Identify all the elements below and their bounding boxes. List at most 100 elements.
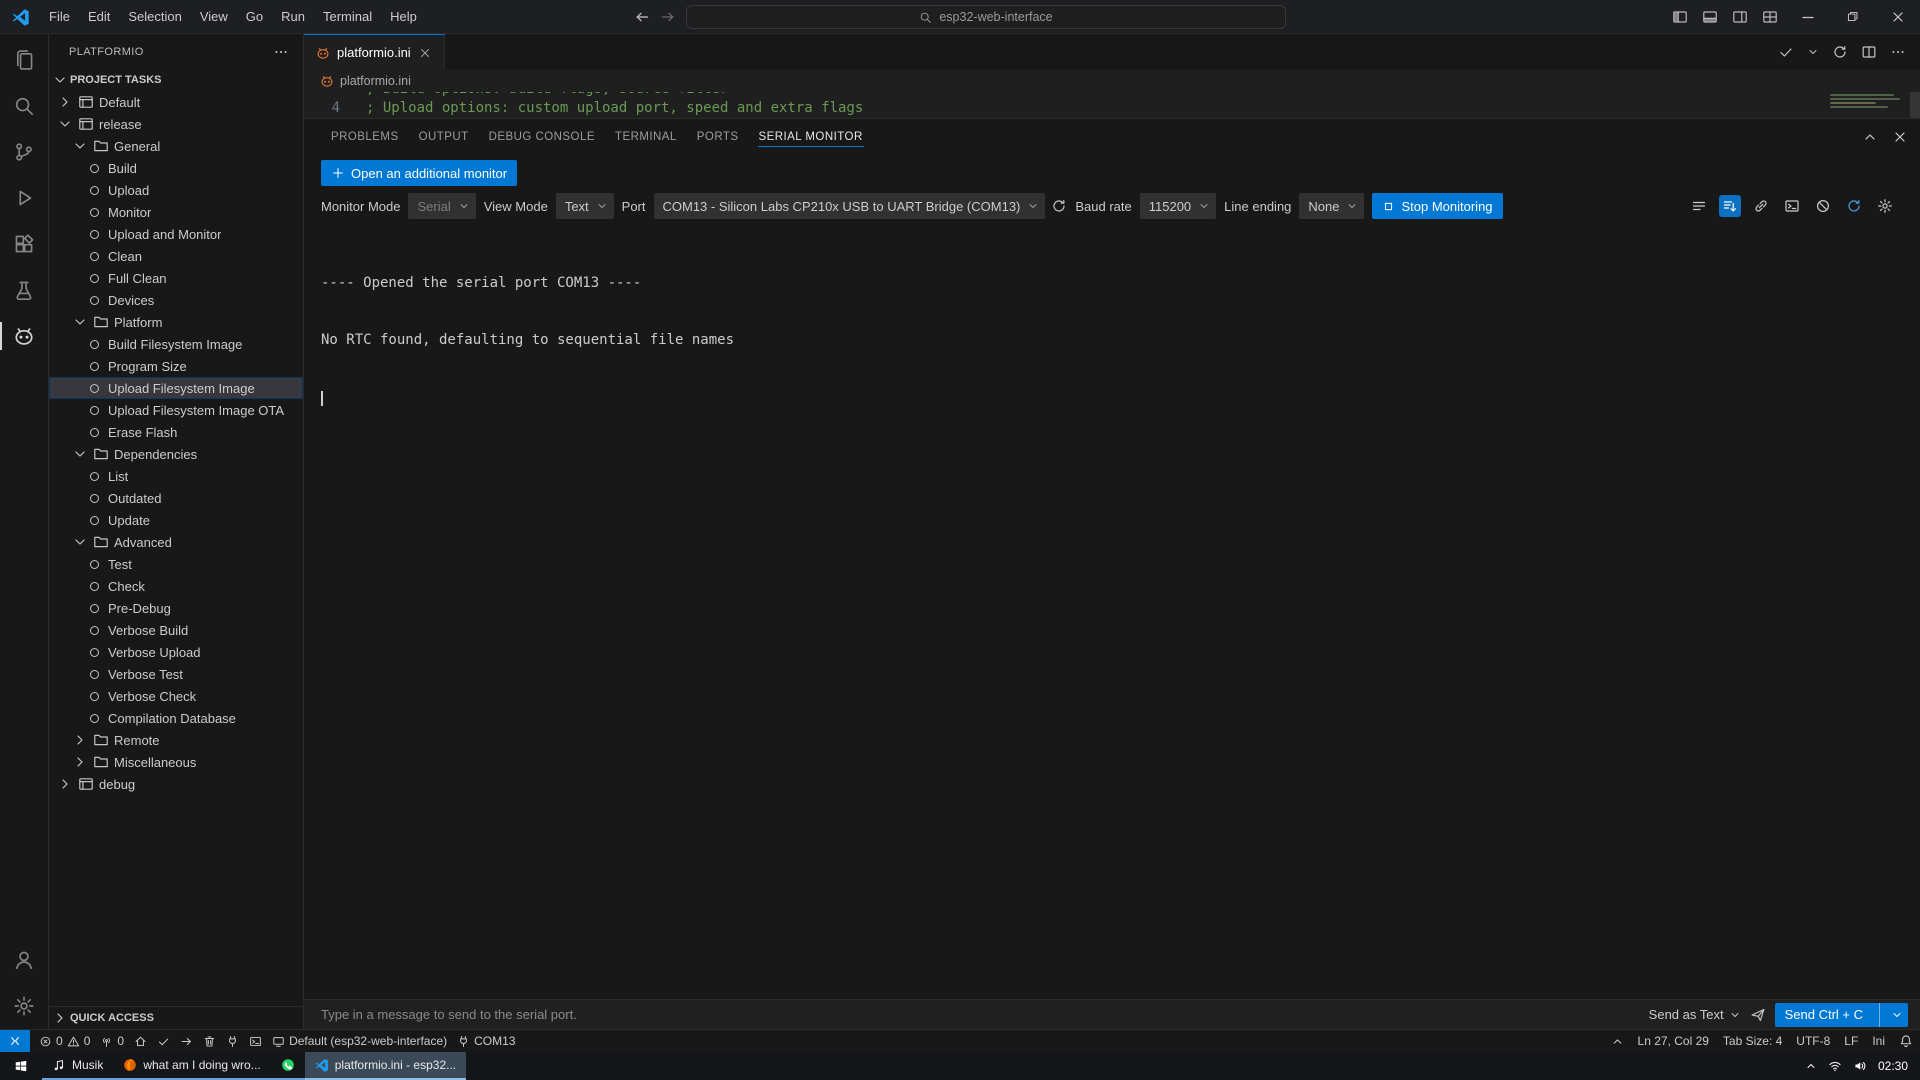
more-actions-icon[interactable] xyxy=(273,44,289,60)
sync-icon[interactable] xyxy=(1832,44,1848,60)
activitybar-accounts[interactable] xyxy=(0,937,48,983)
editor-code-strip[interactable]: ; Build options: build flags, source fil… xyxy=(304,92,1920,118)
indentation-status[interactable]: Tab Size: 4 xyxy=(1716,1030,1789,1052)
tree-item-platform[interactable]: Platform xyxy=(49,311,303,333)
terminal-mode-button[interactable] xyxy=(1781,195,1803,217)
monitor-settings-button[interactable] xyxy=(1874,195,1896,217)
tree-item-full-clean[interactable]: Full Clean xyxy=(49,267,303,289)
restore-button[interactable] xyxy=(1830,0,1875,33)
activitybar-run-and-debug[interactable] xyxy=(0,175,48,221)
send-message-icon[interactable] xyxy=(1750,1007,1766,1023)
activitybar-explorer[interactable] xyxy=(0,37,48,83)
taskbar-item-platformio-ini-esp32[interactable]: platformio.ini - esp32... xyxy=(305,1052,466,1080)
panel-tab-terminal[interactable]: TERMINAL xyxy=(605,119,687,154)
tree-item-check[interactable]: Check xyxy=(49,575,303,597)
auto-reconnect-button[interactable] xyxy=(1843,195,1865,217)
tree-item-remote[interactable]: Remote xyxy=(49,729,303,751)
clock[interactable]: 02:30 xyxy=(1878,1059,1908,1073)
menu-selection[interactable]: Selection xyxy=(119,0,190,33)
port-select[interactable]: COM13 - Silicon Labs CP210x USB to UART … xyxy=(654,193,1046,219)
link-port-button[interactable] xyxy=(1750,195,1772,217)
output-options-button[interactable] xyxy=(1688,195,1710,217)
tree-item-clean[interactable]: Clean xyxy=(49,245,303,267)
tree-item-compilation-database[interactable]: Compilation Database xyxy=(49,707,303,729)
taskbar-item-whatsapp[interactable] xyxy=(271,1052,305,1080)
activitybar-source-control[interactable] xyxy=(0,129,48,175)
panel-tab-serial-monitor[interactable]: SERIAL MONITOR xyxy=(749,119,873,154)
tree-item-build[interactable]: Build xyxy=(49,157,303,179)
pio-serial-monitor-button[interactable] xyxy=(221,1030,244,1052)
go-back-icon[interactable] xyxy=(634,9,650,25)
tree-item-miscellaneous[interactable]: Miscellaneous xyxy=(49,751,303,773)
send-as-text-select[interactable]: Send as Text xyxy=(1649,1007,1741,1022)
taskbar-item-musik[interactable]: Musik xyxy=(42,1052,113,1080)
activitybar-search[interactable] xyxy=(0,83,48,129)
more-actions-icon[interactable] xyxy=(1890,44,1906,60)
serial-output[interactable]: ---- Opened the serial port COM13 ---- N… xyxy=(304,226,1920,999)
baud-rate-select[interactable]: 115200 xyxy=(1140,193,1216,219)
tree-item-debug[interactable]: debug xyxy=(49,773,303,795)
notifications-bell[interactable] xyxy=(1892,1030,1920,1052)
chevron-down-icon[interactable] xyxy=(1807,46,1819,58)
menu-edit[interactable]: Edit xyxy=(79,0,119,33)
tree-item-upload-filesystem-image[interactable]: Upload Filesystem Image xyxy=(49,377,303,399)
tree-item-verbose-upload[interactable]: Verbose Upload xyxy=(49,641,303,663)
toggle-secondary-sidebar-icon[interactable] xyxy=(1732,9,1748,25)
activitybar-extensions[interactable] xyxy=(0,221,48,267)
menu-go[interactable]: Go xyxy=(237,0,272,33)
remote-indicator[interactable] xyxy=(0,1030,30,1052)
tree-item-monitor[interactable]: Monitor xyxy=(49,201,303,223)
panel-tab-ports[interactable]: PORTS xyxy=(687,119,749,154)
maximize-panel-icon[interactable] xyxy=(1862,129,1878,145)
run-task-check-icon[interactable] xyxy=(1778,44,1794,60)
minimize-button[interactable] xyxy=(1785,0,1830,33)
language-mode-status[interactable]: Ini xyxy=(1865,1030,1892,1052)
panel-tab-problems[interactable]: PROBLEMS xyxy=(321,119,409,154)
view-mode-select[interactable]: Text xyxy=(556,193,614,219)
tree-item-verbose-check[interactable]: Verbose Check xyxy=(49,685,303,707)
toggle-panel-icon[interactable] xyxy=(1702,9,1718,25)
customize-layout-icon[interactable] xyxy=(1762,9,1778,25)
minimap[interactable] xyxy=(1830,94,1904,108)
menu-help[interactable]: Help xyxy=(381,0,426,33)
send-ctrl-c-button[interactable]: Send Ctrl + C xyxy=(1775,1003,1908,1027)
activitybar-testing[interactable] xyxy=(0,267,48,313)
pio-build-button[interactable] xyxy=(152,1030,175,1052)
tree-item-upload-filesystem-image-ota[interactable]: Upload Filesystem Image OTA xyxy=(49,399,303,421)
tree-item-general[interactable]: General xyxy=(49,135,303,157)
serial-message-input[interactable]: Type in a message to send to the serial … xyxy=(321,1007,1639,1022)
serial-port-indicator[interactable]: COM13 xyxy=(452,1030,520,1052)
activitybar-platformio[interactable] xyxy=(0,313,48,359)
close-tab-icon[interactable] xyxy=(418,46,432,60)
section-quick-access[interactable]: QUICK ACCESS xyxy=(49,1006,303,1029)
go-forward-icon[interactable] xyxy=(660,9,676,25)
tree-item-update[interactable]: Update xyxy=(49,509,303,531)
volume-icon[interactable] xyxy=(1853,1059,1867,1073)
tree-item-devices[interactable]: Devices xyxy=(49,289,303,311)
menu-terminal[interactable]: Terminal xyxy=(314,0,381,33)
breadcrumb[interactable]: platformio.ini xyxy=(304,70,1920,92)
eol-status[interactable]: LF xyxy=(1837,1030,1865,1052)
tree-item-default[interactable]: Default xyxy=(49,91,303,113)
start-button[interactable] xyxy=(0,1052,42,1080)
network-icon[interactable] xyxy=(1828,1059,1842,1073)
line-ending-select[interactable]: None xyxy=(1299,193,1364,219)
tray-chevron-icon[interactable] xyxy=(1805,1060,1817,1072)
monitor-mode-select[interactable]: Serial xyxy=(408,193,475,219)
encoding-status[interactable]: UTF-8 xyxy=(1789,1030,1837,1052)
editor-scrollbar[interactable] xyxy=(1910,92,1920,118)
tree-item-outdated[interactable]: Outdated xyxy=(49,487,303,509)
tree-item-pre-debug[interactable]: Pre-Debug xyxy=(49,597,303,619)
tree-item-build-filesystem-image[interactable]: Build Filesystem Image xyxy=(49,333,303,355)
menu-file[interactable]: File xyxy=(40,0,79,33)
tree-item-dependencies[interactable]: Dependencies xyxy=(49,443,303,465)
stop-monitoring-button[interactable]: Stop Monitoring xyxy=(1372,193,1502,219)
panel-tab-output[interactable]: OUTPUT xyxy=(409,119,479,154)
cursor-position-status[interactable]: Ln 27, Col 29 xyxy=(1631,1030,1716,1052)
close-window-button[interactable] xyxy=(1875,0,1920,33)
forwarded-ports-status[interactable]: 0 xyxy=(95,1030,129,1052)
tree-item-list[interactable]: List xyxy=(49,465,303,487)
problems-status[interactable]: 0 0 xyxy=(34,1030,95,1052)
refresh-ports-icon[interactable] xyxy=(1051,198,1067,214)
open-additional-monitor-button[interactable]: Open an additional monitor xyxy=(321,160,517,186)
